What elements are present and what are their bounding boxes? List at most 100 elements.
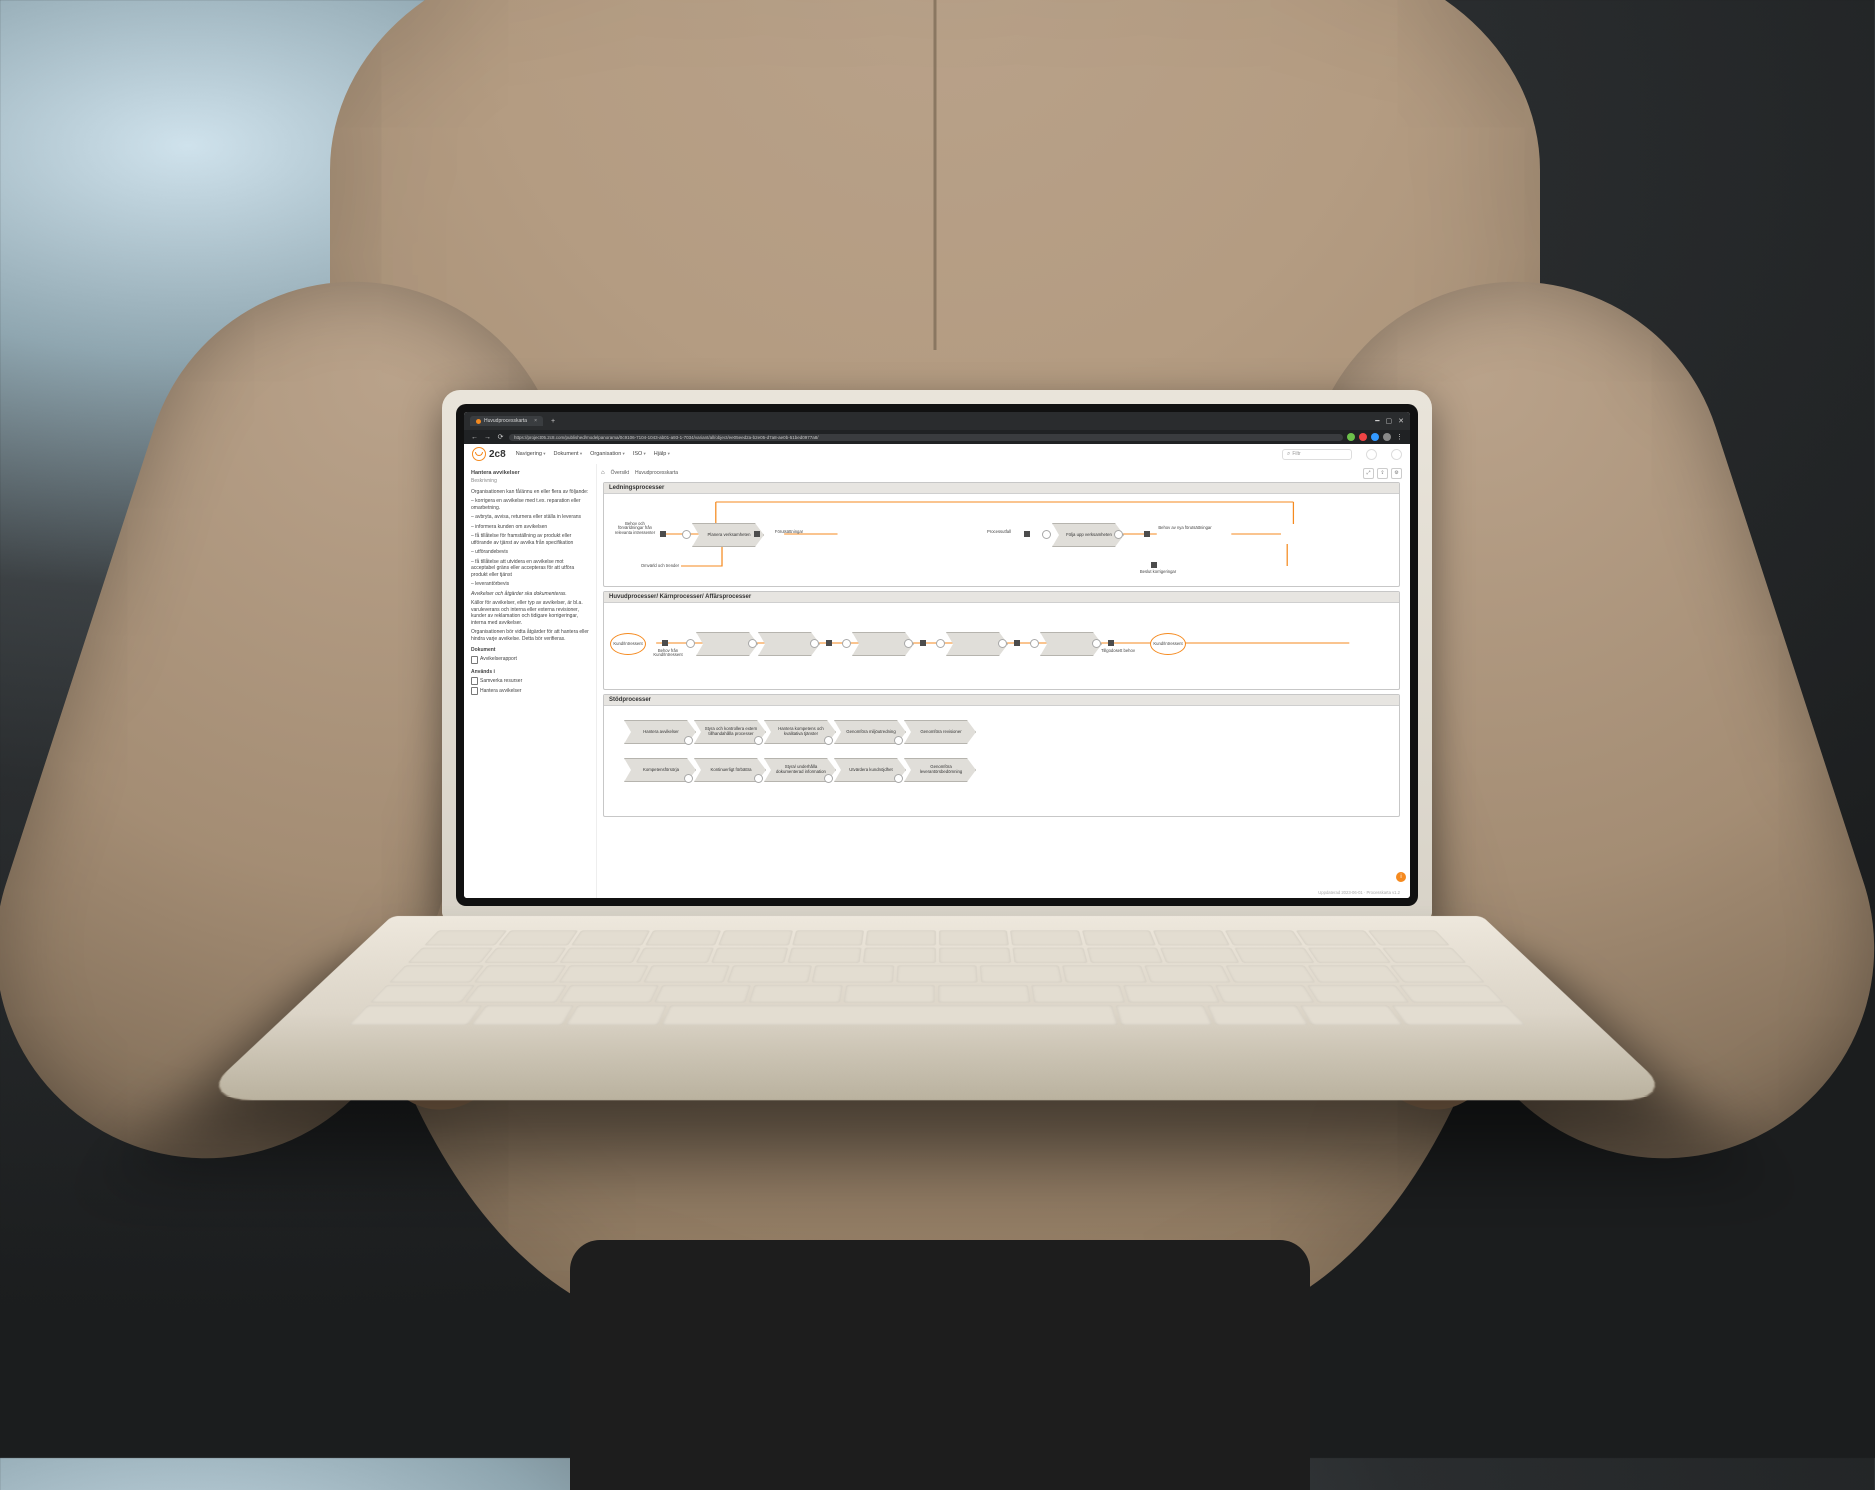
header-action-2[interactable]	[1391, 449, 1402, 460]
support-process[interactable]: Genomföra revisioner	[904, 720, 976, 744]
close-icon[interactable]: ×	[534, 418, 537, 424]
new-tab-button[interactable]: +	[551, 418, 555, 425]
app-logo[interactable]: 2c8	[472, 447, 506, 461]
lane-header: Huvudprocesser/ Kärnprocesser/ Affärspro…	[604, 592, 1399, 603]
zoom-fit-button[interactable]: ⤢	[1363, 468, 1374, 479]
connector-node[interactable]	[1092, 639, 1101, 648]
tab-title: Huvudprocesskarta	[484, 418, 527, 424]
anvands-label: Samverka resurser	[480, 678, 522, 685]
trigger-text: Processutfall	[974, 530, 1024, 534]
connector-node[interactable]	[936, 639, 945, 648]
sidebar-bullet: – få tillåtelse att utvidera en avvikels…	[471, 559, 589, 579]
connector-node[interactable]	[754, 774, 763, 783]
connector-node[interactable]	[810, 639, 819, 648]
connector-node[interactable]	[1042, 530, 1051, 539]
connector-node[interactable]	[686, 639, 695, 648]
sidebar-title: Hantera avvikelser	[471, 470, 589, 477]
connector-node[interactable]	[1030, 639, 1039, 648]
connector-node[interactable]	[754, 736, 763, 745]
connector-node[interactable]	[748, 639, 757, 648]
sidebar-body: Källor för avvikelser, eller typ av avvi…	[471, 600, 589, 626]
header-action-1[interactable]	[1366, 449, 1377, 460]
connector-node[interactable]	[824, 774, 833, 783]
menu-iso[interactable]: ISO	[633, 451, 646, 457]
anvands-header: Används i	[471, 669, 589, 676]
url-field[interactable]: https://project05.2c8.com/published/mode…	[509, 434, 1343, 441]
laptop-base	[196, 916, 1678, 1100]
sidebar-bullet: – få tillåtelse för framställning av pro…	[471, 533, 589, 546]
connector-node[interactable]	[824, 736, 833, 745]
crumb[interactable]: Översikt	[611, 470, 629, 476]
actor-oval[interactable]: Kund/Intressent	[1150, 633, 1186, 655]
footer-text: Uppdaterad 2023-06-01 · Processkarta v1.…	[1318, 890, 1400, 895]
anvands-link[interactable]: Samverka resurser	[471, 677, 589, 685]
logo-mark-icon	[472, 447, 486, 461]
settings-button[interactable]: ⚙	[1391, 468, 1402, 479]
sidebar-intro: Organisationen kan få/ännu en eller fler…	[471, 489, 589, 496]
event-icon	[660, 531, 666, 537]
share-button[interactable]: ⇪	[1377, 468, 1388, 479]
browser-tab[interactable]: Huvudprocesskarta ×	[470, 416, 543, 426]
connector-node[interactable]	[682, 530, 691, 539]
sidebar-bullet: – informera kunden om avvikelsen	[471, 524, 589, 531]
home-icon[interactable]: ⌂	[601, 470, 605, 476]
connector-node[interactable]	[894, 736, 903, 745]
browser-titlebar: Huvudprocesskarta × + ━ ▢ ✕	[464, 412, 1410, 430]
event-icon	[1024, 531, 1030, 537]
info-button[interactable]: i	[1396, 872, 1406, 882]
menu-dokument[interactable]: Dokument	[554, 451, 583, 457]
sidebar-body2: Organisationen bör vidta åtgärder för at…	[471, 629, 589, 642]
output-text: Tillgodosett behov	[1098, 649, 1138, 653]
sidebar-bullet: – utförandebevis	[471, 549, 589, 556]
laptop: Huvudprocesskarta × + ━ ▢ ✕ ← → ⟳ https:…	[442, 390, 1432, 1150]
event-icon	[1151, 562, 1157, 568]
laptop-lid: Huvudprocesskarta × + ━ ▢ ✕ ← → ⟳ https:…	[442, 390, 1432, 920]
extension-icon[interactable]	[1347, 433, 1355, 441]
lane-huvud: Huvudprocesser/ Kärnprocesser/ Affärspro…	[603, 591, 1400, 690]
close-window-button[interactable]: ✕	[1398, 417, 1404, 425]
sidebar-bullet: – korrigera en avvikelse med t.ex. repar…	[471, 498, 589, 511]
minimize-button[interactable]: ━	[1375, 417, 1379, 425]
breadcrumb: ⌂ Översikt Huvudprocesskarta	[601, 468, 1402, 478]
connector-node[interactable]	[894, 774, 903, 783]
search-input[interactable]: ⌕ Filtr	[1282, 449, 1352, 460]
connector-node[interactable]	[842, 639, 851, 648]
connector-node[interactable]	[684, 736, 693, 745]
lane-header: Ledningsprocesser	[604, 483, 1399, 494]
main-canvas: ⌂ Översikt Huvudprocesskarta ⤢ ⇪ ⚙ Ledni…	[597, 464, 1410, 898]
crumb[interactable]: Huvudprocesskarta	[635, 470, 678, 476]
connector-node[interactable]	[904, 639, 913, 648]
event-icon	[920, 640, 926, 646]
extension-icon[interactable]	[1371, 433, 1379, 441]
search-placeholder: Filtr	[1292, 451, 1300, 457]
forward-button[interactable]: →	[483, 433, 492, 442]
output-text: Förutsättningar	[764, 530, 814, 534]
sidebar-bullet: – avbryta, avvisa, returnera eller ställ…	[471, 514, 589, 521]
documents-header: Dokument	[471, 647, 589, 654]
document-link[interactable]: Avvikelserapport	[471, 656, 589, 664]
lane-header: Stödprocesser	[604, 695, 1399, 706]
back-button[interactable]: ←	[470, 433, 479, 442]
maximize-button[interactable]: ▢	[1386, 417, 1393, 425]
support-process[interactable]: Genomföra leverantörsbedömning	[904, 758, 976, 782]
trigger-text: Behov och förvärldningar från relevanta …	[612, 522, 658, 535]
reload-button[interactable]: ⟳	[496, 433, 505, 442]
extension-icon[interactable]	[1383, 433, 1391, 441]
output-text: Behov av nya förutsättningar	[1156, 526, 1214, 530]
keyboard	[349, 930, 1526, 1025]
tab-favicon	[476, 419, 481, 424]
sidebar-bullet: – leverantörbevis	[471, 581, 589, 588]
menu-hjalp[interactable]: Hjälp	[654, 451, 670, 457]
connector-node[interactable]	[684, 774, 693, 783]
event-icon	[1144, 531, 1150, 537]
file-icon	[471, 687, 478, 695]
browser-menu-button[interactable]: ⋮	[1395, 433, 1404, 442]
connector-node[interactable]	[998, 639, 1007, 648]
menu-navigering[interactable]: Navigering	[516, 451, 546, 457]
event-icon	[1108, 640, 1114, 646]
actor-oval[interactable]: Kund/Intressent	[610, 633, 646, 655]
extension-icon[interactable]	[1359, 433, 1367, 441]
menu-organisation[interactable]: Organisation	[590, 451, 625, 457]
connector-node[interactable]	[1114, 530, 1123, 539]
anvands-link[interactable]: Hantera avvikelser	[471, 687, 589, 695]
